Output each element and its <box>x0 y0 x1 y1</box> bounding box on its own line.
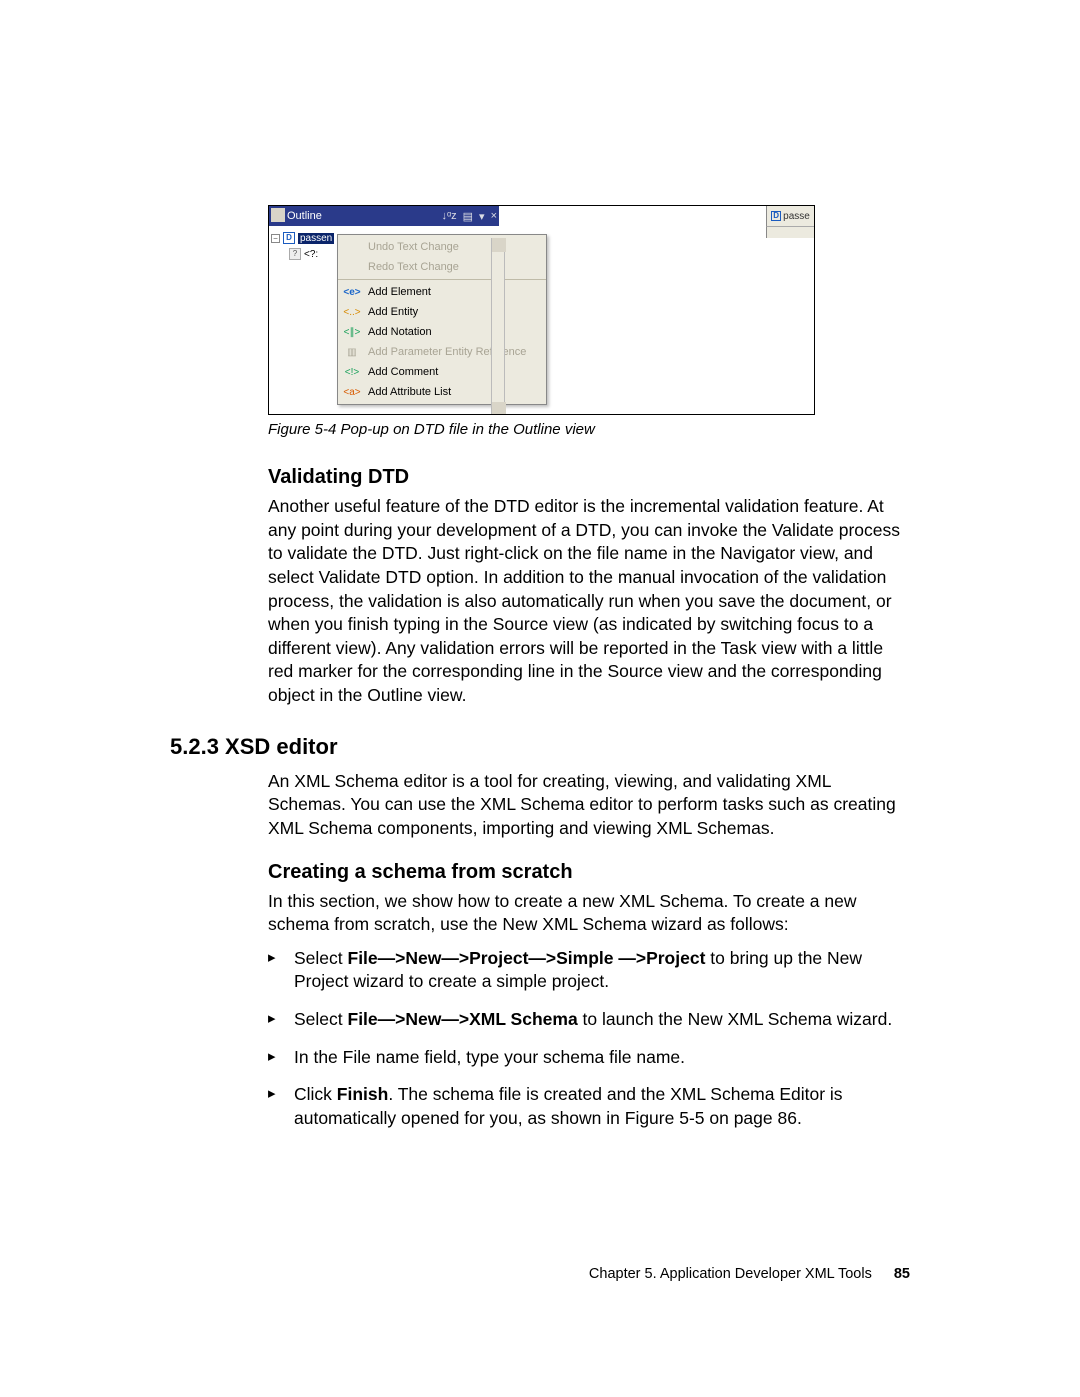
step-3-text: In the File name field, type your schema… <box>294 1047 685 1067</box>
menu-undo-label: Undo Text Change <box>368 241 459 253</box>
param-entity-icon: ▥ <box>344 347 360 358</box>
footer-chapter: Chapter 5. Application Developer XML Too… <box>589 1266 872 1282</box>
para-validating-dtd: Another useful feature of the DTD editor… <box>268 495 910 708</box>
editor-tab-label: passe <box>783 211 810 222</box>
vertical-scrollbar[interactable] <box>491 238 505 415</box>
heading-validating-dtd: Validating DTD <box>268 466 910 489</box>
menu-dropdown-icon[interactable]: ▾ <box>479 210 485 223</box>
editor-tab[interactable]: D passe <box>766 206 814 226</box>
menu-add-attrlist[interactable]: <a> Add Attribute List <box>338 382 546 402</box>
para-xsd-editor: An XML Schema editor is a tool for creat… <box>268 770 910 841</box>
dtd-file-icon: D <box>771 211 781 221</box>
menu-undo: Undo Text Change <box>338 237 546 257</box>
menu-add-entity[interactable]: <..> Add Entity <box>338 302 546 322</box>
toolbar-icon[interactable]: ▤ <box>463 210 473 223</box>
page-footer: Chapter 5. Application Developer XML Too… <box>589 1266 910 1282</box>
step-1: Select File—>New—>Project—>Simple —>Proj… <box>268 947 910 994</box>
menu-add-attrlist-label: Add Attribute List <box>368 386 451 398</box>
step-2-bold: File—>New—>XML Schema <box>348 1009 578 1029</box>
context-menu: Undo Text Change Redo Text Change <e> Ad… <box>337 234 547 405</box>
outline-view-icon <box>271 208 285 222</box>
dtd-icon: D <box>283 232 295 244</box>
tree-root-label: passen <box>298 233 334 244</box>
para-create-schema-intro: In this section, we show how to create a… <box>268 890 910 937</box>
menu-redo: Redo Text Change <box>338 257 546 277</box>
figure-5-4: Outline ↓ᵅz ▤ ▾ × D passe − D passen <box>268 205 815 415</box>
element-icon: <e> <box>344 287 360 298</box>
menu-redo-label: Redo Text Change <box>368 261 459 273</box>
step-3: In the File name field, type your schema… <box>268 1046 910 1070</box>
step-4: Click Finish. The schema file is created… <box>268 1083 910 1130</box>
step-1-pre: Select <box>294 948 348 968</box>
step-2: Select File—>New—>XML Schema to launch t… <box>268 1008 910 1032</box>
step-4-bold: Finish <box>337 1084 389 1104</box>
heading-create-schema: Creating a schema from scratch <box>268 861 910 884</box>
menu-add-element[interactable]: <e> Add Element <box>338 282 546 302</box>
collapse-icon[interactable]: − <box>271 234 280 243</box>
figure-caption: Figure 5-4 Pop-up on DTD file in the Out… <box>268 421 910 438</box>
menu-add-notation[interactable]: <∥> Add Notation <box>338 322 546 342</box>
outline-toolbar: ↓ᵅz ▤ ▾ × <box>399 206 499 226</box>
close-icon[interactable]: × <box>491 210 497 222</box>
footer-page-number: 85 <box>894 1266 910 1282</box>
menu-add-comment-label: Add Comment <box>368 366 438 378</box>
outline-title: Outline <box>287 210 322 222</box>
tree-child-label: <?: <box>304 249 318 260</box>
heading-xsd-editor: 5.2.3 XSD editor <box>170 734 910 760</box>
steps-list: Select File—>New—>Project—>Simple —>Proj… <box>268 947 910 1131</box>
step-1-bold: File—>New—>Project—>Simple —>Project <box>348 948 706 968</box>
tree-child-row[interactable]: ? <?: <box>289 246 335 262</box>
menu-add-entity-label: Add Entity <box>368 306 418 318</box>
processing-instruction-icon: ? <box>289 248 301 260</box>
attribute-icon: <a> <box>344 387 360 398</box>
menu-add-param: ▥ Add Parameter Entity Reference <box>338 342 546 362</box>
comment-icon: <!> <box>344 367 360 378</box>
sort-az-icon[interactable]: ↓ᵅz <box>441 210 456 222</box>
step-4-pre: Click <box>294 1084 337 1104</box>
step-2-pre: Select <box>294 1009 348 1029</box>
notation-icon: <∥> <box>344 327 360 338</box>
step-2-post: to launch the New XML Schema wizard. <box>578 1009 893 1029</box>
outline-tree: − D passen ? <?: <box>269 226 337 415</box>
editor-tab-secondary <box>766 226 814 238</box>
menu-add-notation-label: Add Notation <box>368 326 432 338</box>
menu-add-element-label: Add Element <box>368 286 431 298</box>
entity-icon: <..> <box>344 307 360 318</box>
tree-root-row[interactable]: − D passen <box>271 230 335 246</box>
menu-add-comment[interactable]: <!> Add Comment <box>338 362 546 382</box>
